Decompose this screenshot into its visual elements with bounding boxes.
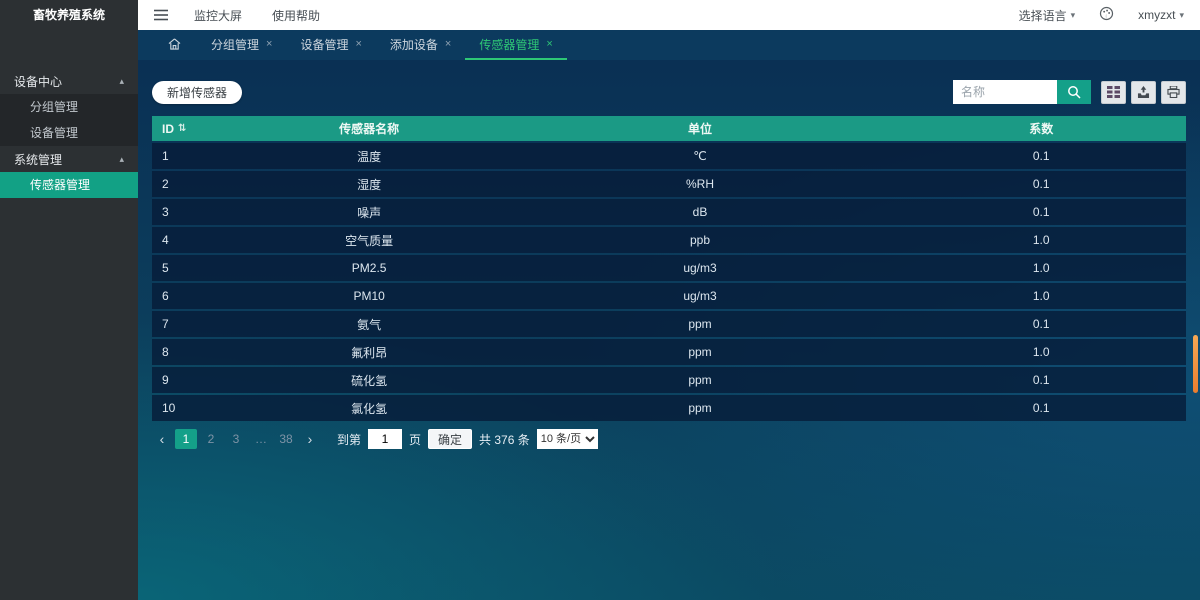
chevron-down-icon: ▾ — [1071, 10, 1076, 21]
table-row[interactable]: 8 氟利昂 ppm 1.0 — [152, 339, 1186, 365]
home-icon — [168, 38, 181, 50]
sidebar-section-device-center[interactable]: 设备中心 ▴ — [0, 68, 138, 94]
app-root: 畜牧养殖系统 设备中心 ▴ 分组管理 设备管理 系统管理 ▴ 传感器管理 — [0, 0, 1200, 600]
page-unit-label: 页 — [409, 431, 421, 448]
app-title: 畜牧养殖系统 — [0, 0, 138, 30]
sidebar-item-device-management[interactable]: 设备管理 — [0, 120, 138, 146]
close-icon[interactable]: × — [355, 38, 361, 50]
close-icon[interactable]: × — [546, 38, 552, 50]
content-area: 新增传感器 — [138, 60, 1200, 600]
submenu-system-management: 传感器管理 — [0, 172, 138, 198]
next-page-icon[interactable]: › — [300, 429, 320, 449]
export-icon — [1137, 86, 1150, 98]
sort-icon[interactable]: ⇅ — [178, 123, 186, 134]
table-header-row: ID ⇅ 传感器名称 单位 系数 — [152, 116, 1186, 141]
table-row[interactable]: 3 噪声 dB 0.1 — [152, 199, 1186, 225]
user-menu[interactable]: xmyzxt ▾ — [1138, 8, 1184, 22]
close-icon[interactable]: × — [266, 38, 272, 50]
tab-add-device[interactable]: 添加设备 × — [376, 30, 465, 60]
sidebar-item-sensor-management[interactable]: 传感器管理 — [0, 172, 138, 198]
table-row[interactable]: 7 氨气 ppm 0.1 — [152, 311, 1186, 337]
username: xmyzxt — [1138, 8, 1175, 22]
table-row[interactable]: 10 氯化氢 ppm 0.1 — [152, 395, 1186, 421]
page-button-3[interactable]: 3 — [225, 429, 247, 449]
total-records-label: 共 376 条 — [479, 431, 530, 448]
goto-label: 到第 — [337, 431, 361, 448]
column-header-coef: 系数 — [896, 120, 1186, 137]
tab-home[interactable] — [152, 30, 197, 60]
sidebar-item-group-management[interactable]: 分组管理 — [0, 94, 138, 120]
add-sensor-button[interactable]: 新增传感器 — [152, 81, 242, 104]
tab-sensor-management[interactable]: 传感器管理 × — [465, 30, 566, 60]
search-group — [953, 80, 1091, 104]
page-size-select[interactable]: 10 条/页 — [537, 429, 598, 449]
sidebar-section-system-management[interactable]: 系统管理 ▴ — [0, 146, 138, 172]
column-header-id[interactable]: ID ⇅ — [152, 122, 235, 136]
page-ellipsis: … — [250, 429, 272, 449]
search-input[interactable] — [953, 80, 1057, 104]
print-icon — [1167, 86, 1180, 98]
topbar: 监控大屏 使用帮助 选择语言 ▾ xmyzxt ▾ — [138, 0, 1200, 30]
menu-toggle-icon[interactable] — [154, 9, 168, 21]
page-button-38[interactable]: 38 — [275, 429, 297, 449]
table-actions — [1101, 81, 1186, 104]
scrollbar-thumb[interactable] — [1193, 335, 1198, 393]
theme-palette-icon[interactable] — [1099, 6, 1114, 24]
export-button[interactable] — [1131, 81, 1156, 104]
card-view-icon — [1107, 86, 1120, 98]
table-row[interactable]: 5 PM2.5 ug/m3 1.0 — [152, 255, 1186, 281]
prev-page-icon[interactable]: ‹ — [152, 429, 172, 449]
sidebar-section-label: 系统管理 — [14, 151, 62, 168]
table-row[interactable]: 2 湿度 %RH 0.1 — [152, 171, 1186, 197]
tab-group-management[interactable]: 分组管理 × — [197, 30, 286, 60]
chevron-down-icon: ▾ — [1179, 10, 1184, 21]
sidebar-nav: 设备中心 ▴ 分组管理 设备管理 系统管理 ▴ 传感器管理 — [0, 68, 138, 198]
collapse-arrow-icon: ▴ — [119, 154, 124, 165]
pagination: ‹ 1 2 3 … 38 › 到第 页 确定 共 376 条 10 条/页 — [152, 429, 1186, 449]
table-toolbar: 新增传感器 — [152, 80, 1186, 104]
submenu-device-center: 分组管理 设备管理 — [0, 94, 138, 146]
table-row[interactable]: 4 空气质量 ppb 1.0 — [152, 227, 1186, 253]
column-header-name: 传感器名称 — [235, 120, 504, 137]
column-header-unit: 单位 — [504, 120, 897, 137]
topbar-right: 选择语言 ▾ xmyzxt ▾ — [1019, 6, 1184, 24]
table-row[interactable]: 1 温度 ℃ 0.1 — [152, 143, 1186, 169]
print-button[interactable] — [1161, 81, 1186, 104]
tab-device-management[interactable]: 设备管理 × — [286, 30, 375, 60]
goto-page-group: 到第 页 确定 共 376 条 10 条/页 — [337, 429, 598, 449]
page-button-1[interactable]: 1 — [175, 429, 197, 449]
main-area: 监控大屏 使用帮助 选择语言 ▾ xmyzxt ▾ — [138, 0, 1200, 600]
search-icon — [1067, 85, 1081, 99]
sidebar: 畜牧养殖系统 设备中心 ▴ 分组管理 设备管理 系统管理 ▴ 传感器管理 — [0, 0, 138, 600]
tabbar: 分组管理 × 设备管理 × 添加设备 × 传感器管理 × — [138, 30, 1200, 60]
topbar-item-help[interactable]: 使用帮助 — [272, 7, 320, 24]
language-selector[interactable]: 选择语言 ▾ — [1019, 7, 1076, 24]
sidebar-section-label: 设备中心 — [14, 73, 62, 90]
table-row[interactable]: 6 PM10 ug/m3 1.0 — [152, 283, 1186, 309]
toggle-view-button[interactable] — [1101, 81, 1126, 104]
sensor-table: ID ⇅ 传感器名称 单位 系数 1 温度 ℃ 0.1 2 湿度 %RH — [152, 116, 1186, 421]
goto-confirm-button[interactable]: 确定 — [428, 429, 472, 449]
close-icon[interactable]: × — [445, 38, 451, 50]
topbar-item-monitor-screen[interactable]: 监控大屏 — [194, 7, 242, 24]
table-row[interactable]: 9 硫化氢 ppm 0.1 — [152, 367, 1186, 393]
page-button-2[interactable]: 2 — [200, 429, 222, 449]
collapse-arrow-icon: ▴ — [119, 76, 124, 87]
search-button[interactable] — [1057, 80, 1091, 104]
goto-page-input[interactable] — [368, 429, 402, 449]
